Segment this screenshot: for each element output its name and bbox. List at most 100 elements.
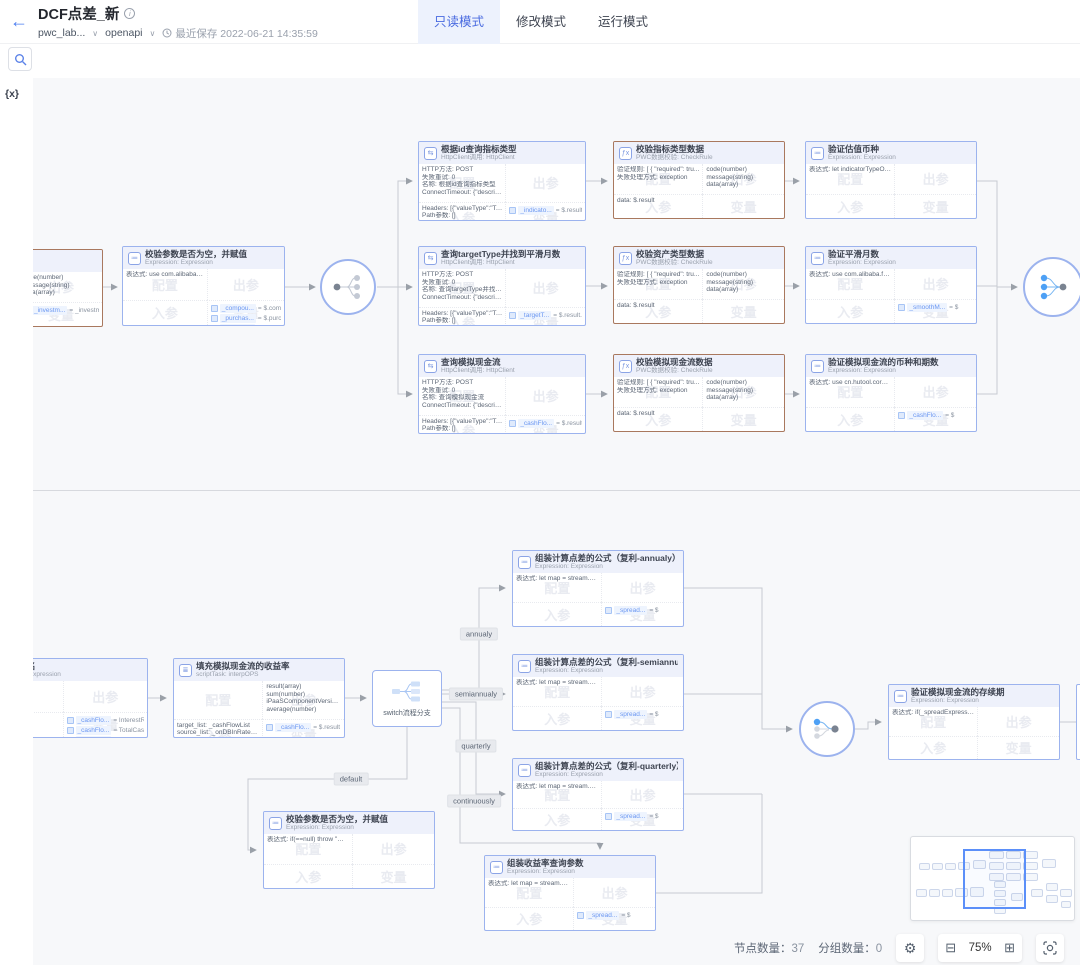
flow-node[interactable]: ≔ 组装计算点差的公式（复利-annualy） Expression: Expr… — [512, 550, 684, 627]
node-config-quadrant: 配置HTTP方法: POST失败重试: 0名称: 查询targetType并找到… — [419, 269, 505, 307]
title-block: DCF点差_新 i pwc_lab... ∨ openapi ∨ 最近保存 20… — [38, 3, 318, 41]
mapping-icon — [67, 717, 74, 724]
global-variables-button[interactable]: {x} — [5, 88, 33, 100]
minimap[interactable] — [910, 836, 1075, 921]
config-watermark: 配置 — [174, 681, 262, 719]
zoom-out-button[interactable]: ⊟ — [945, 940, 956, 956]
flow-node[interactable]: ≔ 验证平滑月数 Expression: Expression 配置表达式: u… — [805, 246, 977, 324]
workspace-select[interactable]: pwc_lab... — [38, 27, 85, 39]
node-config-quadrant: 配置 — [174, 681, 262, 719]
api-group-select[interactable]: openapi — [105, 27, 142, 39]
minimap-node-shape — [1060, 889, 1072, 897]
mapping-row: _cashFlo...= TotalCashF... — [67, 726, 144, 735]
branch-merge-node[interactable] — [799, 701, 855, 757]
flow-node[interactable]: ≔ 组装收益率查询参数 Expression: Expression 配置表达式… — [484, 855, 656, 931]
flow-node[interactable]: ⇆ 根据id查询指标类型 HttpClient调用: HttpClient 配置… — [418, 141, 586, 221]
node-config-line: 表达式: use com.alibaba.fastjson... — [809, 271, 891, 279]
tab-readonly-mode[interactable]: 只读模式 — [418, 0, 500, 44]
node-title: 校验参数是否为空，并赋值 — [286, 814, 388, 824]
node-output-quadrant: 出参 — [352, 834, 434, 864]
fit-view-button[interactable] — [1036, 934, 1064, 962]
node-config-line: code(number) — [706, 166, 781, 174]
node-type-icon: ≔ — [518, 660, 531, 673]
flow-node[interactable]: ⇆ 查询targetType并找到平滑月数 HttpClient调用: Http… — [418, 246, 586, 326]
flow-node[interactable]: ƒx 校验模拟现金流数据 PWC数据校验: CheckRule 配置验证规则: … — [613, 354, 785, 432]
node-config-line: result(array) — [266, 683, 341, 691]
flow-node-stub[interactable] — [1076, 684, 1080, 760]
node-body: 配置表达式: use cn.hutool.core.date... 出参 入参 … — [806, 377, 976, 431]
parallel-merge-node[interactable] — [1023, 257, 1080, 317]
node-config-line: 失败处理方式: exception — [617, 387, 699, 395]
node-variables-quadrant: 变量 — [702, 194, 784, 218]
node-config-line: Headers: [{"valueType":"Text","h... — [422, 310, 502, 318]
node-title: 验证模拟现金流的币种和期数 — [828, 357, 939, 367]
output-watermark: 出参 — [506, 164, 585, 202]
flow-node[interactable]: ≔ 验证估值币种 Expression: Expression 配置表达式: l… — [805, 141, 977, 219]
zoom-in-button[interactable]: ⊞ — [1004, 940, 1015, 956]
node-subtitle: Expression: Expression — [535, 563, 678, 571]
tab-run-mode[interactable]: 运行模式 — [582, 0, 664, 44]
node-config-quadrant: 配置表达式: let map = stream.map()... — [485, 878, 573, 907]
flow-node[interactable]: ƒx 校验指标类型数据 PWC数据校验: CheckRule 配置验证规则: [… — [613, 141, 785, 219]
node-count: 节点数量：37 — [734, 940, 804, 956]
zoom-level: 75% — [965, 942, 995, 954]
mapping-icon — [266, 724, 273, 731]
flow-node[interactable]: ≔ 校验参数是否为空，并赋值 Expression: Expression 配置… — [263, 811, 435, 889]
node-config-line: 失败处理方式: exception — [617, 279, 699, 287]
last-saved: 最近保存 2022-06-21 14:35:59 — [162, 26, 317, 41]
node-variables-quadrant: 变量_spread...= $ — [601, 808, 683, 830]
mapping-row: _cashFlo...= $ — [898, 411, 973, 420]
node-config-quadrant: 配置表达式: if(_spreadExpression == ... — [889, 707, 977, 736]
node-variables-quadrant: 变量_cashFlo...= InterestRate_cashFlo...= … — [63, 712, 147, 737]
info-icon[interactable]: i — [124, 8, 135, 19]
node-header: ƒx 校验模拟现金流数据 PWC数据校验: CheckRule — [614, 355, 784, 377]
app-header: ← DCF点差_新 i pwc_lab... ∨ openapi ∨ 最近保存 … — [0, 0, 1080, 44]
chevron-down-icon[interactable]: ∨ — [92, 29, 98, 38]
node-config-line: HTTP方法: POST — [422, 271, 502, 279]
node-config-line: 失败重试: 0 — [422, 279, 502, 287]
settings-button[interactable]: ⚙ — [896, 934, 924, 962]
node-subtitle: Expression: Expression — [828, 367, 939, 375]
output-watermark: 出参 — [602, 573, 683, 602]
node-config-line: average(number) — [266, 706, 341, 714]
node-config-line: 表达式: use com.alibaba.fastjson... — [126, 271, 204, 279]
node-input-quadrant: 入参 — [485, 907, 573, 930]
flow-node[interactable]: ≔ 验证模拟现金流的存续期 Expression: Expression 配置表… — [888, 684, 1060, 760]
mapping-row: _compou...= $.compoun... — [211, 304, 281, 313]
minimap-viewport[interactable] — [963, 849, 1026, 909]
mapping-icon — [509, 312, 516, 319]
parallel-split-node[interactable] — [320, 259, 376, 315]
node-output-quadrant: 出参code(number)message(string)data(array) — [702, 164, 784, 194]
node-config-line: HTTP方法: POST — [422, 166, 502, 174]
minimap-node-shape — [919, 863, 930, 870]
flow-node[interactable]: ƒx 校验资产类型数据 PWC数据校验: CheckRule 配置验证规则: [… — [613, 246, 785, 324]
flow-canvas[interactable]: {x} 节点数量：37 分组数量：0 ⚙ ⊟ 75% ⊞ ƒx 配置验证规则: … — [0, 78, 1080, 965]
flow-node[interactable]: ⇆ 查询模拟现金流 HttpClient调用: HttpClient 配置HTT… — [418, 354, 586, 434]
node-body: 配置表达式: if(==null) throw "获取的... 出参 入参 变量 — [264, 834, 434, 888]
mapping-expression: = $.indicatorT... — [257, 324, 281, 325]
flow-node[interactable]: ≔ 组装计算点差的公式（复利-semiannualy） Expression: … — [512, 654, 684, 731]
flow-node-switch[interactable]: switch流程分支 — [372, 670, 442, 727]
flow-node[interactable]: ≔ 验证模拟现金流的币种和期数 Expression: Expression 配… — [805, 354, 977, 432]
output-watermark: 出参 — [895, 164, 976, 194]
node-title: 验证模拟现金流的存续期 — [911, 687, 1005, 697]
node-body: 配置验证规则: [ { "required": tru...失败处理方式: ex… — [614, 269, 784, 323]
switch-branch-icon — [390, 680, 424, 704]
back-button[interactable]: ← — [0, 0, 38, 44]
search-button[interactable] — [8, 47, 32, 71]
tab-edit-mode[interactable]: 修改模式 — [500, 0, 582, 44]
node-output-quadrant: 出参 — [601, 677, 683, 706]
flow-node[interactable]: ≔ 组装计算点差的公式（复利-quarterly） Expression: Ex… — [512, 758, 684, 831]
node-subtitle: Expression: Expression — [507, 868, 584, 876]
flow-node[interactable]: ≔ 校验参数是否为空，并赋值 Expression: Expression 配置… — [122, 246, 285, 326]
mapping-variable: _cashFlo... — [275, 723, 311, 732]
input-watermark: 入参 — [889, 737, 977, 759]
node-title: 校验指标类型数据 — [636, 144, 713, 154]
flow-node[interactable]: ≣ 填充模拟现金流的收益率 scriptTask: interpOPS 配置 出… — [173, 658, 345, 738]
node-type-icon: ⇆ — [424, 147, 437, 160]
mapping-expression: = $ — [649, 606, 658, 615]
mapping-icon — [509, 207, 516, 214]
mapping-expression: = $.result.dat... — [556, 419, 582, 428]
chevron-down-icon[interactable]: ∨ — [150, 29, 156, 38]
node-header: ⇆ 查询模拟现金流 HttpClient调用: HttpClient — [419, 355, 585, 377]
